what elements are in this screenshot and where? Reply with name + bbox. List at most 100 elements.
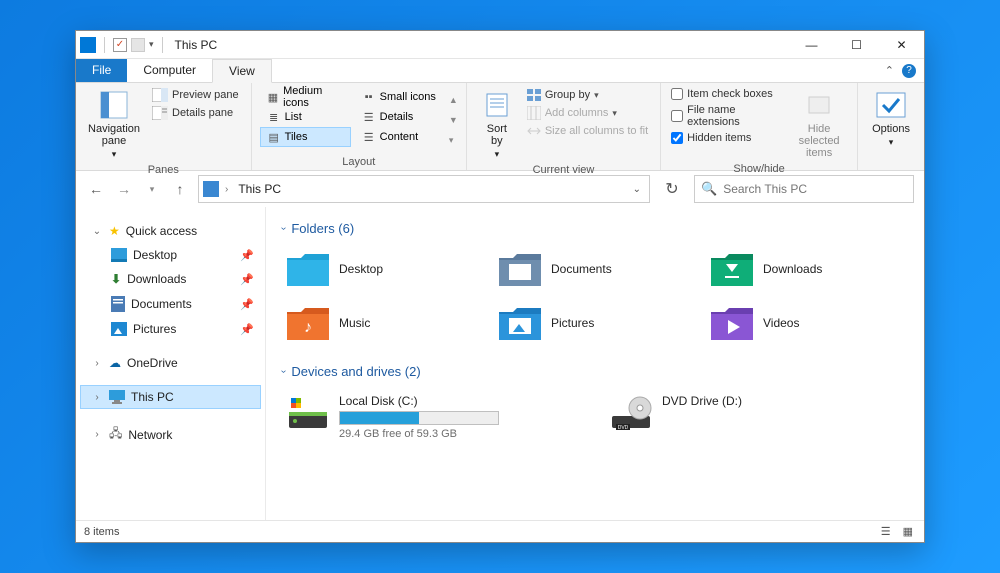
svg-text:♪: ♪ — [304, 319, 312, 336]
window-buttons: — ☐ ✕ — [789, 31, 924, 59]
group-current-view: Sort by ▾ Group by Add columns Size all … — [467, 83, 661, 170]
sidebar-pictures[interactable]: Pictures📌 — [80, 317, 261, 341]
layout-content[interactable]: ☰Content — [355, 127, 443, 147]
explorer-window: ✓ ▾ This PC — ☐ ✕ File Computer View ⌃ ? — [75, 30, 925, 543]
sidebar-downloads[interactable]: ⬇ Downloads📌 — [80, 267, 261, 291]
videos-folder-icon — [711, 305, 753, 341]
layout-small-icons[interactable]: ▪▪Small icons — [355, 87, 443, 107]
layout-details[interactable]: ☰Details — [355, 107, 443, 127]
address-dropdown-icon[interactable]: ⌄ — [629, 184, 645, 195]
expand-icon[interactable]: › — [91, 429, 103, 440]
tiles-view-icon[interactable]: ▦ — [900, 525, 916, 538]
chevron-down-icon: ▾ — [112, 149, 117, 160]
layout-tiles[interactable]: ▤Tiles — [260, 127, 351, 147]
item-checkboxes-toggle[interactable]: Item check boxes — [669, 87, 785, 101]
title-bar: ✓ ▾ This PC — ☐ ✕ — [76, 31, 924, 59]
folder-pictures[interactable]: Pictures — [494, 300, 696, 346]
tab-file[interactable]: File — [76, 59, 127, 83]
layout-expand-icon[interactable]: ▾ — [449, 135, 458, 146]
sidebar-documents[interactable]: Documents📌 — [80, 291, 261, 317]
tab-computer[interactable]: Computer — [127, 59, 212, 83]
folder-music[interactable]: ♪ Music — [282, 300, 484, 346]
size-columns-icon — [527, 124, 541, 138]
group-label — [866, 154, 916, 168]
layout-medium-icons[interactable]: ▦Medium icons — [260, 87, 351, 107]
folder-downloads[interactable]: Downloads — [706, 246, 908, 292]
chevron-right-icon[interactable]: › — [225, 184, 228, 195]
layout-list[interactable]: ≣List — [260, 107, 351, 127]
hide-selected-button[interactable]: Hide selected items — [789, 87, 849, 161]
onedrive-icon: ☁ — [109, 356, 121, 370]
group-options: Options ▾ — [858, 83, 924, 170]
details-pane-icon — [152, 106, 168, 120]
sort-icon — [481, 89, 513, 121]
minimize-button[interactable]: — — [789, 31, 834, 59]
navigation-pane-icon — [98, 89, 130, 121]
expand-icon[interactable]: › — [91, 358, 103, 369]
up-button[interactable]: ↑ — [170, 181, 190, 197]
navigation-bar: ← → ▾ ↑ › This PC ⌄ ↻ 🔍 — [76, 171, 924, 207]
qat-checkbox-icon[interactable]: ✓ — [113, 38, 127, 52]
hidden-items-toggle[interactable]: Hidden items — [669, 131, 785, 145]
layout-scroll-up-icon[interactable]: ▲ — [449, 95, 458, 105]
quick-access-toolbar: ✓ ▾ — [76, 37, 167, 53]
folder-desktop[interactable]: Desktop — [282, 246, 484, 292]
group-show-hide: Item check boxes File name extensions Hi… — [661, 83, 858, 170]
address-bar[interactable]: › This PC ⌄ — [198, 175, 650, 203]
group-by-button[interactable]: Group by — [523, 87, 652, 103]
pin-icon: 📌 — [240, 298, 254, 311]
body: ⌄ ★ Quick access Desktop📌 ⬇ Downloads📌 D… — [76, 207, 924, 520]
star-icon: ★ — [109, 224, 120, 238]
expand-icon[interactable]: › — [91, 392, 103, 403]
back-button[interactable]: ← — [86, 181, 106, 197]
section-drives-header[interactable]: › Devices and drives (2) — [282, 364, 908, 379]
folder-documents[interactable]: Documents — [494, 246, 696, 292]
refresh-button[interactable]: ↻ — [658, 175, 686, 203]
breadcrumb[interactable]: This PC — [234, 182, 285, 196]
history-dropdown-icon[interactable]: ▾ — [142, 184, 162, 195]
sort-by-button[interactable]: Sort by ▾ — [475, 87, 519, 162]
maximize-button[interactable]: ☐ — [834, 31, 879, 59]
layout-scroll-down-icon[interactable]: ▼ — [449, 115, 458, 125]
qat-dropdown-icon[interactable]: ▾ — [149, 39, 154, 50]
details-pane-button[interactable]: Details pane — [148, 105, 243, 121]
drive-name: DVD Drive (D:) — [662, 394, 903, 408]
navigation-pane-button[interactable]: Navigation pane ▾ — [84, 87, 144, 162]
chevron-down-icon: ▾ — [495, 149, 500, 160]
forward-button[interactable]: → — [114, 181, 134, 197]
options-button[interactable]: Options ▾ — [866, 87, 916, 150]
ribbon-tabs: File Computer View ⌃ ? — [76, 59, 924, 83]
preview-pane-button[interactable]: Preview pane — [148, 87, 243, 103]
chevron-down-icon: › — [278, 227, 289, 230]
qat-folder-icon[interactable] — [131, 38, 145, 52]
sidebar-network[interactable]: › 🖧 Network — [80, 419, 261, 450]
expand-icon[interactable]: ⌄ — [91, 226, 103, 237]
search-box[interactable]: 🔍 — [694, 175, 914, 203]
file-extensions-toggle[interactable]: File name extensions — [669, 103, 785, 129]
section-folders-header[interactable]: › Folders (6) — [282, 221, 908, 236]
pin-icon: 📌 — [240, 323, 254, 336]
search-input[interactable] — [723, 182, 907, 196]
sidebar-desktop[interactable]: Desktop📌 — [80, 243, 261, 267]
collapse-ribbon-icon[interactable]: ⌃ — [885, 64, 894, 77]
this-pc-icon — [109, 390, 125, 404]
details-view-icon[interactable]: ☰ — [878, 525, 894, 538]
folder-videos[interactable]: Videos — [706, 300, 908, 346]
list-icon: ≣ — [267, 110, 281, 124]
sidebar-onedrive[interactable]: › ☁ OneDrive — [80, 351, 261, 375]
app-icon — [80, 37, 96, 53]
close-button[interactable]: ✕ — [879, 31, 924, 59]
sidebar-quick-access[interactable]: ⌄ ★ Quick access — [80, 219, 261, 243]
chevron-down-icon: › — [278, 370, 289, 373]
content-icon: ☰ — [362, 130, 376, 144]
group-by-icon — [527, 88, 541, 102]
tab-view[interactable]: View — [212, 59, 272, 83]
drive-local-c[interactable]: Local Disk (C:) 29.4 GB free of 59.3 GB — [282, 389, 585, 445]
pin-icon: 📌 — [240, 249, 254, 262]
group-label: Layout — [260, 154, 458, 168]
sidebar-this-pc[interactable]: › This PC — [80, 385, 261, 409]
tiles-icon: ▤ — [267, 130, 281, 144]
help-icon[interactable]: ? — [902, 64, 916, 78]
small-icons-icon: ▪▪ — [362, 90, 376, 104]
drive-dvd-d[interactable]: DVD DVD Drive (D:) — [605, 389, 908, 445]
